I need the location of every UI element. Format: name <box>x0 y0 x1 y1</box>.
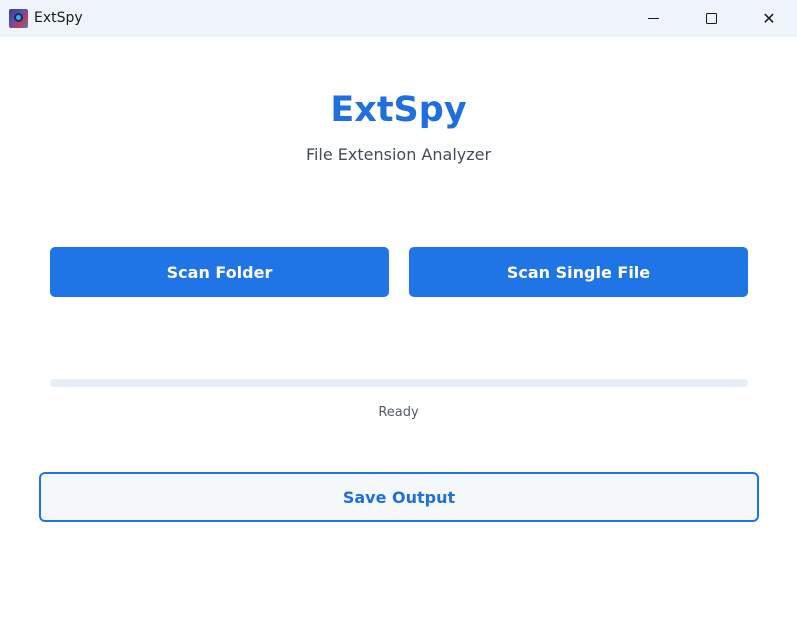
maximize-button[interactable] <box>682 0 740 37</box>
progress-bar <box>50 379 748 387</box>
minimize-button[interactable] <box>624 0 682 37</box>
scan-single-file-button[interactable]: Scan Single File <box>409 247 748 297</box>
title-bar: ExtSpy ✕ <box>0 0 797 37</box>
status-label: Ready <box>378 405 419 420</box>
window-title: ExtSpy <box>34 10 83 26</box>
minimize-icon <box>647 18 659 19</box>
app-icon <box>9 9 28 28</box>
save-output-button[interactable]: Save Output <box>39 472 759 522</box>
app-heading: ExtSpy <box>330 90 467 130</box>
close-icon: ✕ <box>762 8 776 28</box>
maximize-icon <box>705 13 717 24</box>
app-subtitle: File Extension Analyzer <box>305 145 492 164</box>
scan-folder-button[interactable]: Scan Folder <box>50 247 389 297</box>
close-button[interactable]: ✕ <box>740 0 797 37</box>
